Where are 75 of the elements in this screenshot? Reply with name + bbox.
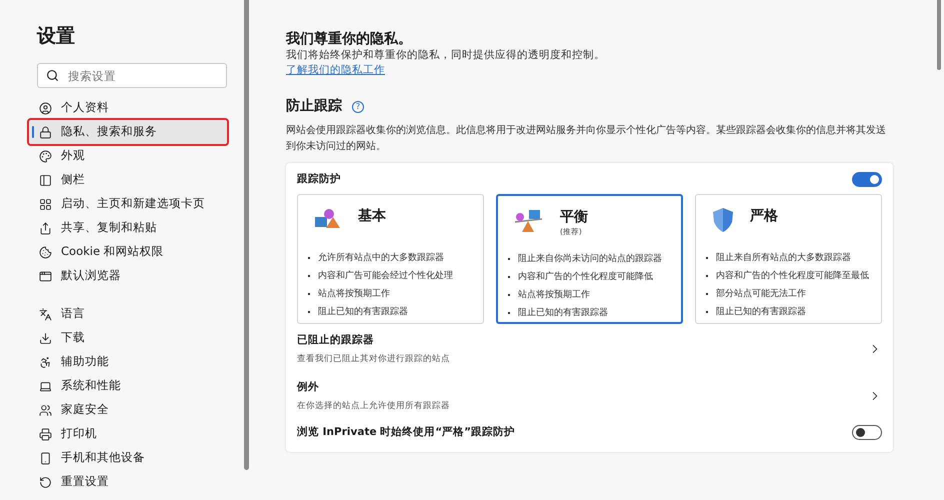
sidebar-item[interactable]: 家庭安全 — [29, 398, 227, 422]
sidebar-item[interactable]: 侧栏 — [29, 168, 227, 192]
help-icon[interactable]: ? — [352, 100, 364, 112]
level-point: 部分站点可能无法工作 — [716, 288, 806, 301]
printer-icon — [39, 428, 52, 440]
shield-icon — [712, 206, 734, 233]
level-option-card[interactable]: 基本 允许所有站点中的大多数跟踪器 内容和广告可能会经过个性化处理 站点将按预期工作 阻止已知的有害跟踪器 — [297, 194, 484, 324]
balance-icon — [514, 208, 544, 234]
level-title: 平衡 — [560, 208, 588, 226]
sidebar-item[interactable]: 打印机 — [29, 422, 227, 446]
settings-row[interactable]: 已阻止的跟踪器 查看我们已阻止其对你进行跟踪的站点 — [297, 324, 882, 371]
privacy-text: 我们将始终保护和尊重你的隐私，同时提供应得的透明度和控制。 了解我们的隐私工作 — [286, 48, 606, 78]
palette-icon — [39, 150, 52, 162]
cookie-icon — [39, 246, 52, 258]
level-point: 内容和广告的个性化程度可能降至最低 — [716, 270, 869, 283]
level-point: 站点将按预期工作 — [318, 288, 390, 301]
level-point: 阻止已知的有害跟踪器 — [518, 306, 608, 320]
row-subtitle: 在你选择的站点上允许使用所有跟踪器 — [297, 400, 450, 413]
level-point: 内容和广告的个性化程度可能降低 — [518, 270, 653, 284]
reset-icon — [39, 476, 52, 488]
sidebar-item[interactable]: 默认浏览器 — [29, 264, 227, 288]
language-icon — [39, 308, 52, 320]
level-point: 阻止来自所有站点的大多数跟踪器 — [716, 252, 851, 265]
shapes-icon — [314, 206, 342, 231]
level-point: 允许所有站点中的大多数跟踪器 — [318, 252, 444, 265]
level-point: 阻止已知的有害跟踪器 — [318, 306, 408, 319]
settings-title: 设置 — [37, 24, 76, 49]
lock-icon — [39, 126, 52, 138]
sidebar-item[interactable]: 个人资料 — [29, 96, 227, 120]
sidebar-item[interactable]: 外观 — [29, 144, 227, 168]
selection-indicator — [32, 126, 34, 138]
settings-row[interactable]: 浏览 InPrivate 时始终使用“严格”跟踪防护 — [297, 418, 882, 448]
sidebar-item[interactable]: 启动、主页和新建选项卡页 — [29, 192, 227, 216]
privacy-title: 我们尊重你的隐私。 — [286, 30, 413, 48]
share-icon — [39, 222, 52, 234]
sidebar-item[interactable]: 重置设置 — [29, 470, 227, 494]
family-icon — [39, 404, 52, 416]
sidebar-item[interactable]: 下载 — [29, 326, 227, 350]
row-title: 例外 — [297, 380, 320, 394]
sidebar-item[interactable]: 语言 — [29, 302, 227, 326]
toggle-switch[interactable] — [852, 172, 882, 188]
row-subtitle: 查看我们已阻止其对你进行跟踪的站点 — [297, 353, 450, 366]
level-point: 内容和广告可能会经过个性化处理 — [318, 270, 453, 283]
sidebar-icon — [39, 174, 52, 186]
sidebar-item[interactable]: Cookie 和网站权限 — [29, 240, 227, 264]
toggle-switch[interactable] — [852, 425, 882, 440]
laptop-icon — [39, 380, 52, 392]
level-title: 基本 — [358, 206, 386, 225]
level-point: 阻止已知的有害跟踪器 — [716, 306, 806, 319]
tracking-description: 网站会使用跟踪器收集你的浏览信息。此信息将用于改进网站服务并向你显示个性化广告等内容。某些跟踪器会收集你的信息并将其发送到你未访问过的网站。 — [286, 124, 887, 154]
scrollbar[interactable] — [937, 0, 941, 70]
sidebar-item[interactable]: 系统和性能 — [29, 374, 227, 398]
sidebar-item[interactable]: 隐私、搜索和服务 — [29, 120, 227, 144]
settings-row[interactable]: 例外 在你选择的站点上允许使用所有跟踪器 — [297, 370, 882, 418]
row-title: 浏览 InPrivate 时始终使用“严格”跟踪防护 — [297, 424, 516, 440]
profile-icon — [39, 102, 52, 114]
level-point: 站点将按预期工作 — [518, 288, 590, 302]
level-title: 严格 — [750, 206, 778, 225]
scrollbar[interactable] — [244, 0, 249, 470]
privacy-link[interactable]: 了解我们的隐私工作 — [286, 64, 385, 76]
phone-icon — [39, 452, 52, 464]
sidebar-item[interactable]: 辅助功能 — [29, 350, 227, 374]
level-point: 阻止来自你尚未访问的站点的跟踪器 — [518, 252, 662, 266]
download-icon — [39, 332, 52, 344]
protection-label: 跟踪防护 — [297, 172, 341, 187]
sidebar-item[interactable]: 手机和其他设备 — [29, 446, 227, 470]
search-field[interactable]: 搜索设置 — [37, 63, 227, 88]
accessibility-icon — [39, 356, 52, 368]
grid-icon — [39, 198, 52, 210]
row-title: 已阻止的跟踪器 — [297, 332, 375, 348]
browser-icon — [39, 270, 52, 282]
tracking-title: 防止跟踪 — [286, 97, 342, 116]
search-icon — [46, 68, 59, 82]
sidebar-item[interactable]: 共享、复制和粘贴 — [29, 216, 227, 240]
level-option-card[interactable]: 严格 阻止来自所有站点的大多数跟踪器 内容和广告的个性化程度可能降至最低 部分站点可能无法工作 阻止已知的有害跟踪器 — [695, 194, 882, 324]
